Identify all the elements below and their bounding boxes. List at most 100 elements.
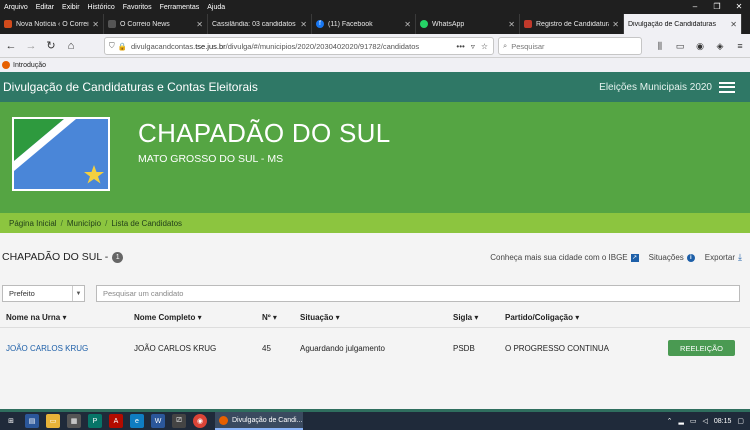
breadcrumb-home[interactable]: Página Inicial [9,219,57,228]
task-view-icon[interactable]: ▤ [25,414,39,428]
page-actions-icon[interactable]: ••• [456,42,464,51]
clock[interactable]: 08:15 [714,418,732,425]
menu-exibir[interactable]: Exibir [58,4,84,11]
account-icon[interactable]: ◉ [692,37,708,55]
start-icon[interactable]: ⊞ [4,414,18,428]
candidate-status: Aguardando julgamento [300,344,385,353]
situacoes-link[interactable]: Situações i [649,253,695,262]
tab-divulgacao[interactable]: Divulgação de Candidaturas ✕ [624,14,742,34]
close-tab-icon[interactable]: ✕ [92,20,99,29]
menu-editar[interactable]: Editar [32,4,58,11]
taskbar-app-label: Divulgação de Candi... [232,416,303,424]
city-name: CHAPADÃO DO SUL [138,118,391,148]
tab-correio-news[interactable]: O Correio News ✕ [104,14,208,34]
menu-ajuda[interactable]: Ajuda [203,4,229,11]
export-link[interactable]: Exportar ⤓ [705,252,742,263]
facebook-icon: f [316,20,324,28]
edge-icon[interactable]: e [130,414,144,428]
site-title[interactable]: Divulgação de Candidaturas e Contas Elei… [3,80,258,94]
library-icon[interactable]: ⫼ [652,37,668,55]
tab-registro[interactable]: Registro de Candidaturas ✕ [520,14,624,34]
home-icon[interactable]: ⌂ [62,37,80,55]
network-icon[interactable]: ⎚ [172,414,186,428]
state-name: MATO GROSSO DO SUL - MS [138,153,284,165]
col-label: Partido/Coligação [505,313,574,322]
close-tab-icon[interactable]: ✕ [508,20,515,29]
volume-icon[interactable]: ◁ [702,417,707,425]
export-label: Exportar [704,253,736,262]
chevron-up-icon[interactable]: ⌃ [667,417,673,425]
menu-favoritos[interactable]: Favoritos [119,4,156,11]
extension-icon[interactable]: ◈ [712,37,728,55]
tab-nova-noticia[interactable]: Nova Notícia ‹ O Correio ✕ [0,14,104,34]
search-placeholder: Pesquisar [511,41,545,51]
insecure-lock-icon[interactable]: 🔒 [118,42,127,51]
role-select[interactable]: Prefeito ▼ [2,285,85,302]
close-tab-icon[interactable]: ✕ [404,20,411,29]
search-input[interactable]: ⌕ Pesquisar [498,37,642,55]
battery-icon[interactable]: ▭ [690,417,697,425]
role-select-value: Prefeito [9,289,35,298]
menu-historico[interactable]: Histórico [84,4,119,11]
col-nome-completo[interactable]: Nome Completo ▾ [134,313,202,322]
reload-icon[interactable]: ↻ [42,37,60,55]
notifications-icon[interactable]: ▢ [737,417,744,425]
candidate-name-link[interactable]: JOÃO CARLOS KRUG [6,344,88,353]
close-tab-icon[interactable]: ✕ [612,20,619,29]
sidebar-icon[interactable]: ▭ [672,37,688,55]
hamburger-menu-icon[interactable] [719,81,735,93]
word-icon[interactable]: W [151,414,165,428]
candidate-search-input[interactable]: Pesquisar um candidato [96,285,740,302]
bookmark-introducao[interactable]: Introdução [13,62,46,69]
minimize-icon[interactable]: – [684,0,706,14]
tab-title: Cassilândia: 03 candidatos a [212,20,298,28]
url-prefix: divulgacandcontas. [130,41,196,51]
download-icon: ⤓ [738,252,742,262]
info-icon: i [686,253,695,262]
folder-icon[interactable]: ▭ [46,414,60,428]
ibge-link[interactable]: Conheça mais sua cidade com o IBGE ↗ [490,253,639,262]
close-window-icon[interactable]: ✕ [728,0,750,14]
candidate-count-badge: 1 [112,251,124,263]
system-tray: ⌃ ▂ ▭ ◁ 08:15 ▢ [667,417,750,426]
url-bar[interactable]: ⛉ 🔒 divulgacandcontas. tse.jus.br /divul… [104,37,494,55]
col-nome-urna[interactable]: Nome na Urna ▾ [6,313,66,322]
col-label: Sigla [453,313,473,322]
pocket-icon[interactable]: ▿ [471,42,475,51]
breadcrumb-current: Lista de Candidatos [111,218,183,228]
breadcrumb-municipio[interactable]: Município [67,219,101,228]
tab-facebook[interactable]: f (11) Facebook ✕ [312,14,416,34]
taskbar-firefox-app[interactable]: Divulgação de Candi... [215,412,303,430]
elections-label: Eleições Municipais 2020 [599,81,712,93]
registro-favicon-icon [524,20,532,28]
acrobat-icon[interactable]: A [109,414,123,428]
close-tab-icon[interactable]: ✕ [300,20,307,29]
forward-icon[interactable]: → [22,37,40,55]
col-partido[interactable]: Partido/Coligação ▾ [505,313,579,322]
restore-icon[interactable]: ❐ [706,0,728,14]
publisher-icon[interactable]: P [88,414,102,428]
breadcrumb-separator: / [60,218,63,228]
state-flag-image [12,117,110,191]
col-numero[interactable]: Nº ▾ [262,313,277,322]
tab-whatsapp[interactable]: WhatsApp ✕ [416,14,520,34]
close-tab-icon[interactable]: ✕ [730,20,737,29]
close-tab-icon[interactable]: ✕ [196,20,203,29]
app-menu-icon[interactable]: ≡ [732,37,748,55]
chrome-icon[interactable]: ◉ [193,414,207,428]
bookmark-star-icon[interactable]: ☆ [481,42,488,51]
menu-arquivo[interactable]: Arquivo [0,4,32,11]
network-tray-icon[interactable]: ▂ [678,417,683,425]
back-icon[interactable]: ← [2,37,20,55]
shield-icon[interactable]: ⛉ [109,41,115,51]
menu-ferramentas[interactable]: Ferramentas [156,4,204,11]
candidate-full-name: JOÃO CARLOS KRUG [134,344,217,353]
reelection-badge[interactable]: REELEIÇÃO [668,340,735,356]
store-icon[interactable]: ▦ [67,414,81,428]
col-sigla[interactable]: Sigla ▾ [453,313,478,322]
tab-strip: Nova Notícia ‹ O Correio ✕ O Correio New… [0,14,750,34]
tab-cassilandia[interactable]: Cassilândia: 03 candidatos a ✕ [208,14,312,34]
city-hero: CHAPADÃO DO SUL MATO GROSSO DO SUL - MS [0,102,750,213]
col-situacao[interactable]: Situação ▾ [300,313,340,322]
url-path: /divulga/#/municipios/2020/2030402020/91… [225,41,420,51]
